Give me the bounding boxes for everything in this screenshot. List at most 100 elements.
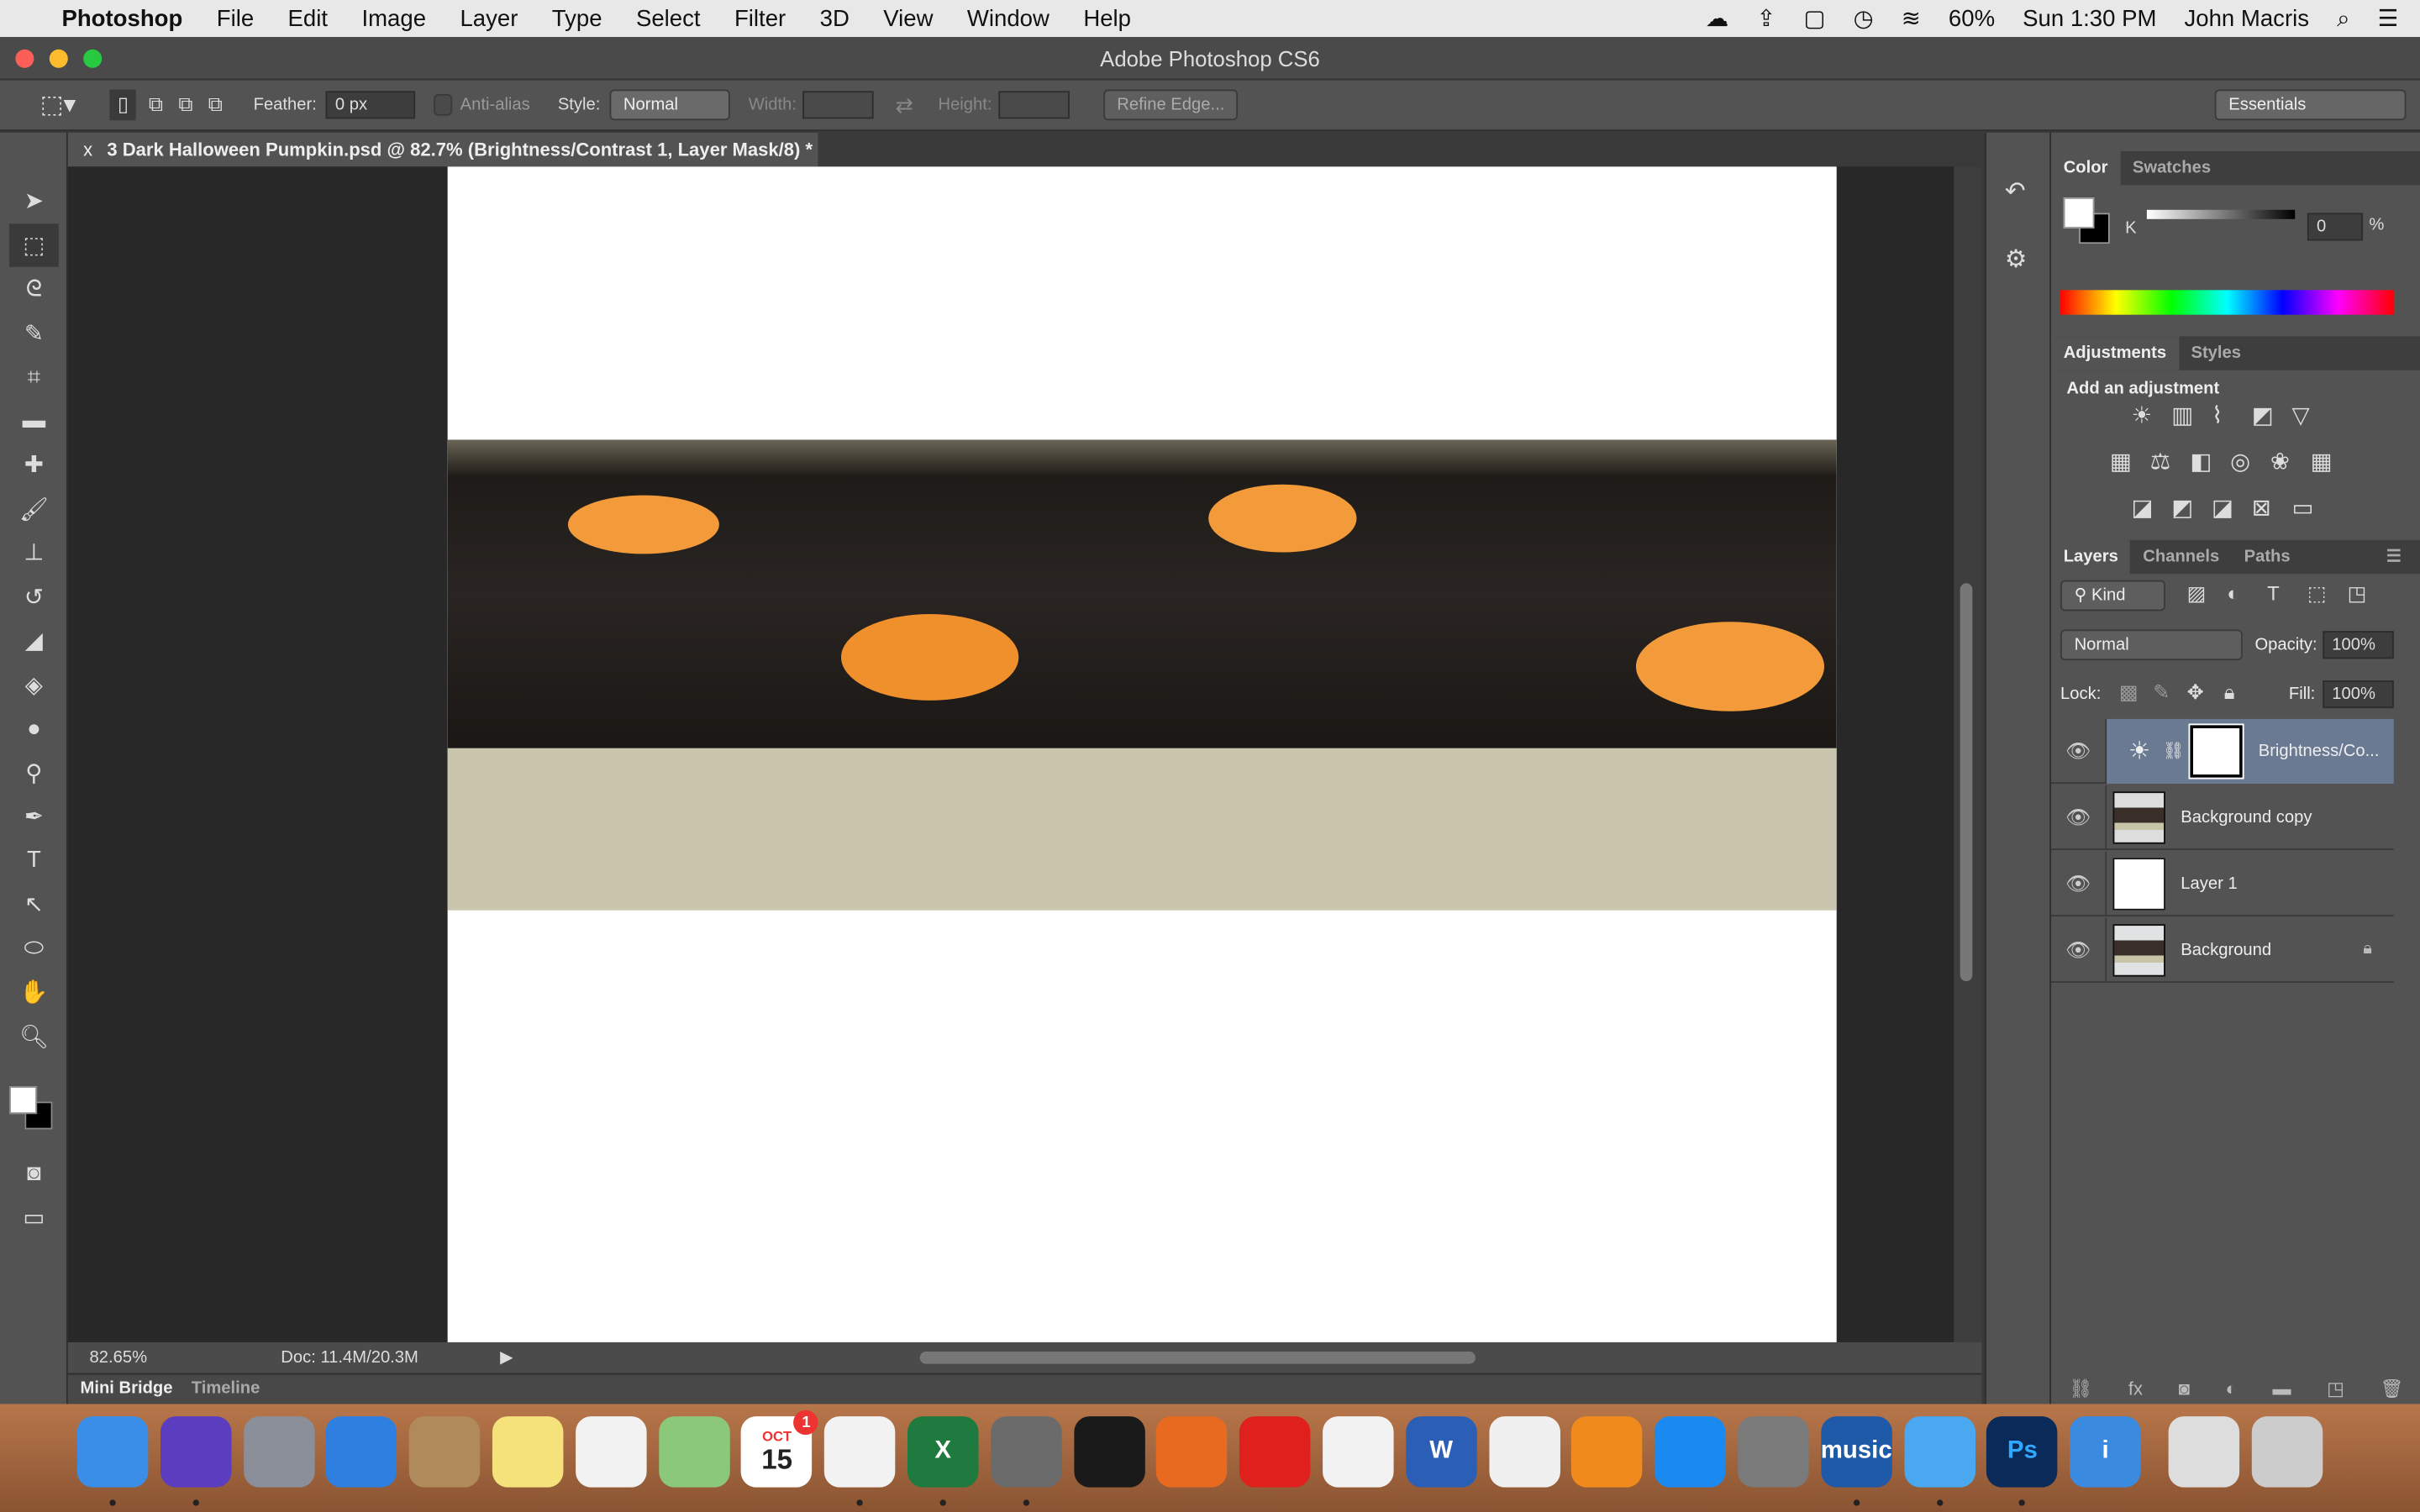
dock-word-icon[interactable]: W xyxy=(1405,1416,1477,1488)
vertical-scrollbar[interactable] xyxy=(1954,166,1982,1342)
subtract-selection-icon[interactable]: ⧉ xyxy=(178,92,192,117)
document-tab[interactable]: x 3 Dark Halloween Pumpkin.psd @ 82.7% (… xyxy=(67,132,818,167)
layer-name[interactable]: Background xyxy=(2181,940,2363,958)
invert-icon[interactable]: ◪ xyxy=(2132,494,2154,522)
layer-name[interactable]: Background copy xyxy=(2181,808,2312,827)
close-document-icon[interactable]: x xyxy=(83,139,92,160)
dock-notes-icon[interactable] xyxy=(492,1416,564,1488)
dock-maps-icon[interactable] xyxy=(658,1416,730,1488)
history-panel-icon[interactable]: ↶ xyxy=(2005,176,2026,207)
black-white-icon[interactable]: ◧ xyxy=(2190,448,2212,475)
dock-reminders-icon[interactable] xyxy=(575,1416,647,1488)
fill-input[interactable]: 100% xyxy=(2323,680,2394,709)
tab-styles[interactable]: Styles xyxy=(2179,336,2254,370)
dock-music-icon[interactable]: music xyxy=(1821,1416,1892,1488)
tab-timeline[interactable]: Timeline xyxy=(192,1375,260,1404)
layer-name[interactable]: Brightness/Co... xyxy=(2259,742,2380,760)
dock-opera-icon[interactable] xyxy=(1239,1416,1311,1488)
brush-tool-icon[interactable]: 🖌 xyxy=(0,486,68,530)
tab-color[interactable]: Color xyxy=(2051,151,2121,186)
wifi-icon[interactable]: ≋ xyxy=(1902,5,1921,32)
menu-file[interactable]: File xyxy=(217,5,254,31)
opacity-input[interactable]: 100% xyxy=(2323,631,2394,659)
filter-smart-object-icon[interactable]: ◳ xyxy=(2348,581,2367,606)
properties-panel-icon[interactable]: ⚙ xyxy=(2005,244,2027,275)
move-tool-icon[interactable]: ➤ xyxy=(0,179,68,223)
threshold-icon[interactable]: ◪ xyxy=(2212,494,2233,522)
selective-color-icon[interactable]: ⊠ xyxy=(2252,494,2271,522)
creative-cloud-icon[interactable]: ☁ xyxy=(1706,5,1729,32)
dock-calendar-icon[interactable]: OCT 15 1 xyxy=(741,1410,819,1488)
dock-firefox-icon[interactable] xyxy=(1156,1416,1228,1488)
menu-app[interactable]: Photoshop xyxy=(61,5,182,31)
k-slider[interactable] xyxy=(2146,209,2296,219)
menu-3d[interactable]: 3D xyxy=(820,5,850,31)
dock-ibooks-icon[interactable] xyxy=(1571,1416,1644,1488)
history-brush-icon[interactable]: ↺ xyxy=(0,575,68,618)
clock[interactable]: Sun 1:30 PM xyxy=(2023,5,2156,31)
brightness-contrast-icon[interactable]: ☀ xyxy=(2132,402,2153,428)
width-input[interactable] xyxy=(802,91,874,119)
lasso-tool-icon[interactable]: ᘓ xyxy=(0,267,68,311)
hand-tool-icon[interactable]: ✋ xyxy=(0,970,68,1014)
new-group-icon[interactable]: ▬ xyxy=(2272,1378,2291,1399)
layer-row[interactable]: 👁︎ ☀ ⛓ Brightness/Co... xyxy=(2051,718,2394,785)
dock-system-preferences-icon[interactable] xyxy=(1738,1416,1809,1488)
ellipse-tool-icon[interactable]: ⬭ xyxy=(0,927,68,970)
dock-contacts-icon[interactable] xyxy=(409,1416,481,1488)
foreground-color-swatch[interactable] xyxy=(9,1086,38,1115)
layer-row[interactable]: 👁︎ Layer 1 xyxy=(2051,850,2394,917)
dock-quicktime-icon[interactable] xyxy=(1073,1416,1145,1488)
path-select-icon[interactable]: ↖ xyxy=(0,883,68,927)
layer-row[interactable]: 👁︎ Background 🔒︎ xyxy=(2051,916,2394,984)
fx-icon[interactable]: fx xyxy=(2128,1378,2143,1399)
crop-tool-icon[interactable]: ⌗ xyxy=(0,354,68,398)
zoom-tool-icon[interactable]: 🔍︎ xyxy=(0,1015,68,1058)
dock-finder-icon[interactable] xyxy=(76,1416,149,1488)
upload-icon[interactable]: ⇪ xyxy=(1756,5,1776,32)
vertical-scroll-thumb[interactable] xyxy=(1960,583,1973,982)
blur-tool-icon[interactable]: ● xyxy=(0,706,68,750)
feather-input[interactable]: 0 px xyxy=(325,91,416,119)
dock-siri-icon[interactable] xyxy=(160,1416,232,1488)
zoom-level[interactable]: 82.65% xyxy=(90,1342,148,1373)
screen-mode-icon[interactable]: ▭ xyxy=(0,1195,68,1239)
menu-select[interactable]: Select xyxy=(636,5,701,31)
quick-select-tool-icon[interactable]: ✎ xyxy=(0,311,68,354)
layer-mask-thumbnail[interactable] xyxy=(2189,722,2245,779)
dodge-tool-icon[interactable]: ⚲ xyxy=(0,751,68,795)
k-value-input[interactable]: 0 xyxy=(2307,213,2364,241)
antialias-checkbox[interactable] xyxy=(434,94,453,116)
tab-layers[interactable]: Layers xyxy=(2051,539,2131,575)
new-adjustment-icon[interactable]: ◐ xyxy=(2226,1378,2237,1399)
tab-channels[interactable]: Channels xyxy=(2131,540,2232,574)
add-selection-icon[interactable]: ⧉ xyxy=(149,92,163,117)
lock-position-icon[interactable]: ✥ xyxy=(2187,680,2204,705)
height-input[interactable] xyxy=(997,91,1070,119)
photo-filter-icon[interactable]: ◎ xyxy=(2230,448,2250,475)
layer-row[interactable]: 👁︎ Background copy xyxy=(2051,784,2394,851)
filter-type-icon[interactable]: T xyxy=(2267,581,2280,605)
levels-icon[interactable]: ▥ xyxy=(2171,402,2193,428)
spotlight-icon[interactable]: ⌕ xyxy=(2337,5,2349,31)
menu-window[interactable]: Window xyxy=(967,5,1050,31)
horizontal-scrollbar[interactable] xyxy=(919,1351,1476,1364)
dock-trash-icon[interactable] xyxy=(2251,1416,2323,1488)
layer-name[interactable]: Layer 1 xyxy=(2181,874,2237,893)
quick-mask-icon[interactable]: ◙ xyxy=(0,1151,68,1194)
tab-adjustments[interactable]: Adjustments xyxy=(2051,336,2179,370)
new-selection-icon[interactable]: ▯ xyxy=(109,89,137,121)
minimize-window-button[interactable] xyxy=(49,49,68,68)
workspace-select[interactable]: Essentials xyxy=(2214,89,2407,121)
blend-mode-select[interactable]: Normal xyxy=(2060,629,2243,661)
visibility-eye-icon[interactable]: 👁︎ xyxy=(2051,784,2107,850)
menu-edit[interactable]: Edit xyxy=(288,5,328,31)
delete-layer-icon[interactable]: 🗑︎ xyxy=(2381,1378,2404,1399)
link-icon[interactable]: ⛓ xyxy=(2163,741,2185,760)
add-mask-icon[interactable]: ◙ xyxy=(2179,1378,2190,1399)
intersect-selection-icon[interactable]: ⧉ xyxy=(208,92,223,117)
filter-shape-icon[interactable]: ⬚ xyxy=(2307,581,2327,606)
style-select[interactable]: Normal xyxy=(609,89,730,121)
healing-brush-icon[interactable]: ✚ xyxy=(0,443,68,486)
lock-pixels-icon[interactable]: ✎ xyxy=(2153,680,2170,705)
